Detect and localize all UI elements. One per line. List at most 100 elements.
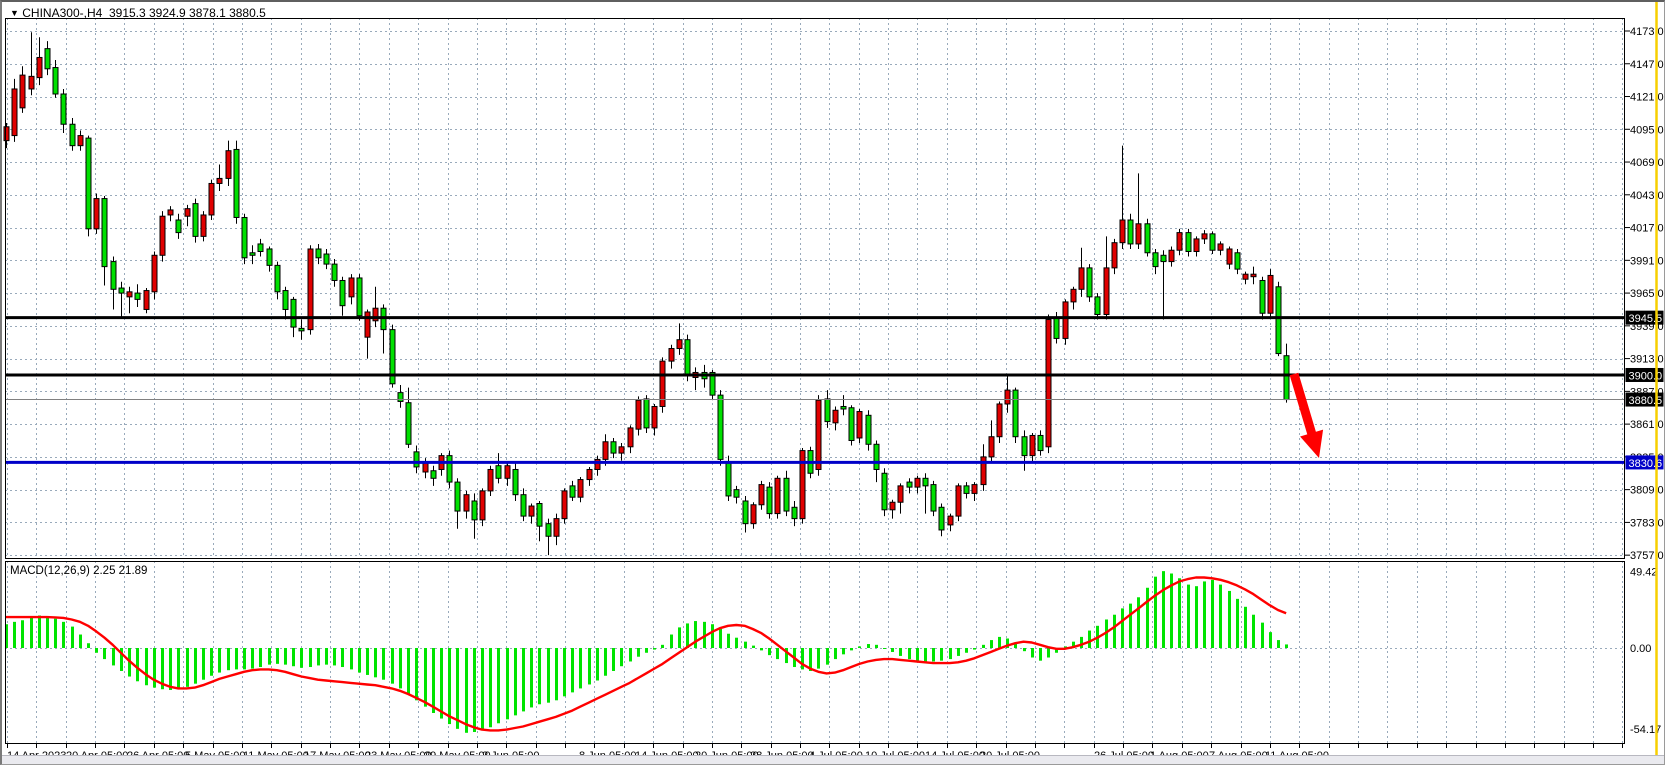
macd-histogram-bar (194, 648, 197, 684)
candle (423, 463, 428, 472)
macd-histogram-bar (407, 648, 410, 694)
macd-histogram-bar (13, 622, 16, 648)
candle (61, 94, 66, 124)
window-bottom-edge (2, 755, 1664, 764)
candle (332, 264, 337, 280)
macd-histogram-bar (391, 648, 394, 684)
chart-canvas[interactable]: 4173.04147.04121.04095.04069.04043.04017… (2, 2, 1665, 765)
candle (283, 291, 288, 310)
candle (1161, 255, 1166, 261)
candle (431, 471, 436, 479)
candle (1071, 289, 1076, 302)
macd-histogram-bar (243, 648, 246, 669)
macd-histogram-bar (538, 648, 541, 704)
macd-histogram-bar (481, 648, 484, 730)
candle (1063, 302, 1068, 339)
candle (1120, 220, 1125, 243)
down-arrow-head[interactable] (1300, 430, 1323, 458)
candle (562, 491, 567, 519)
candle (923, 478, 928, 486)
macd-histogram-bar (727, 634, 730, 648)
macd-histogram-bar (957, 648, 960, 656)
candle (1095, 297, 1100, 315)
macd-histogram-bar (366, 648, 369, 675)
candle (644, 399, 649, 428)
candle (234, 149, 239, 217)
macd-histogram-bar (752, 646, 755, 648)
level-lines[interactable] (5, 318, 1625, 463)
candle (1210, 234, 1215, 250)
macd-histogram-bar (1129, 604, 1132, 648)
macd-histogram-bar (645, 648, 648, 653)
macd-histogram-bar (711, 624, 714, 648)
chart-dropdown-icon[interactable]: ▼ (10, 8, 19, 18)
macd-histogram-bar (489, 648, 492, 727)
price-tick-label: 4069.0 (1630, 157, 1664, 169)
candle (70, 124, 75, 145)
candle (816, 400, 821, 469)
candle (611, 442, 616, 453)
candle (201, 215, 206, 236)
candle (898, 486, 903, 502)
candle (447, 456, 452, 482)
macd-histogram-bar (1187, 585, 1190, 648)
candle (258, 244, 263, 252)
macd-histogram-bar (202, 648, 205, 680)
macd-histogram-bar (87, 643, 90, 648)
candle (119, 288, 124, 293)
macd-histogram-bar (826, 648, 829, 665)
candle (866, 415, 871, 444)
macd-histogram-bar (1121, 608, 1124, 648)
macd-histogram-bar (227, 648, 230, 670)
ohlc-readout: 3915.3 3924.9 3878.1 3880.5 (109, 6, 266, 20)
macd-histogram-bar (62, 622, 65, 648)
candle (939, 507, 944, 530)
candle (587, 469, 592, 479)
price-axis[interactable]: 4173.04147.04121.04095.04069.04043.04017… (1625, 26, 1664, 736)
candle (1153, 253, 1158, 267)
candle (168, 210, 173, 215)
candle (948, 516, 953, 525)
macd-histogram-bar (235, 648, 238, 669)
macd-histogram-bar (177, 648, 180, 689)
candle (1013, 390, 1018, 437)
macd-histogram-bar (670, 635, 673, 648)
macd-histogram-bar (924, 648, 927, 662)
macd-scale-label: 0.00 (1630, 643, 1651, 655)
candle (20, 75, 25, 108)
candle (275, 265, 280, 291)
candle (1145, 224, 1150, 253)
candle (496, 466, 501, 479)
macd-histogram-bar (497, 648, 500, 723)
macd-histogram-bar (694, 621, 697, 648)
macd-histogram-bar (169, 648, 172, 690)
candle (537, 504, 542, 527)
candle (578, 480, 583, 498)
candle (907, 482, 912, 487)
candle (1276, 287, 1281, 354)
macd-histogram-bar (801, 648, 804, 669)
macd-histogram-bar (1261, 623, 1264, 648)
candle (406, 403, 411, 445)
macd-histogram-bar (530, 648, 533, 707)
candle (349, 278, 354, 297)
candle (242, 217, 247, 257)
macd-histogram-bar (465, 648, 468, 733)
candle (86, 138, 91, 229)
candle (825, 399, 830, 422)
macd-histogram-bar (899, 648, 902, 656)
macd-histogram-bar (653, 648, 656, 650)
macd-series[interactable] (5, 571, 1288, 733)
macd-panel-border (6, 562, 1625, 744)
macd-histogram-bar (1047, 648, 1050, 658)
candle (784, 478, 789, 511)
down-arrow-shaft[interactable] (1294, 374, 1313, 439)
candle (365, 312, 370, 337)
price-tick-label: 3809.0 (1630, 485, 1664, 497)
candle (1038, 435, 1043, 450)
price-tick-label: 4173.0 (1630, 26, 1664, 38)
candle (931, 485, 936, 511)
macd-histogram-bar (1023, 648, 1026, 651)
candle (1284, 356, 1289, 400)
price-tick-label: 3991.0 (1630, 255, 1664, 267)
